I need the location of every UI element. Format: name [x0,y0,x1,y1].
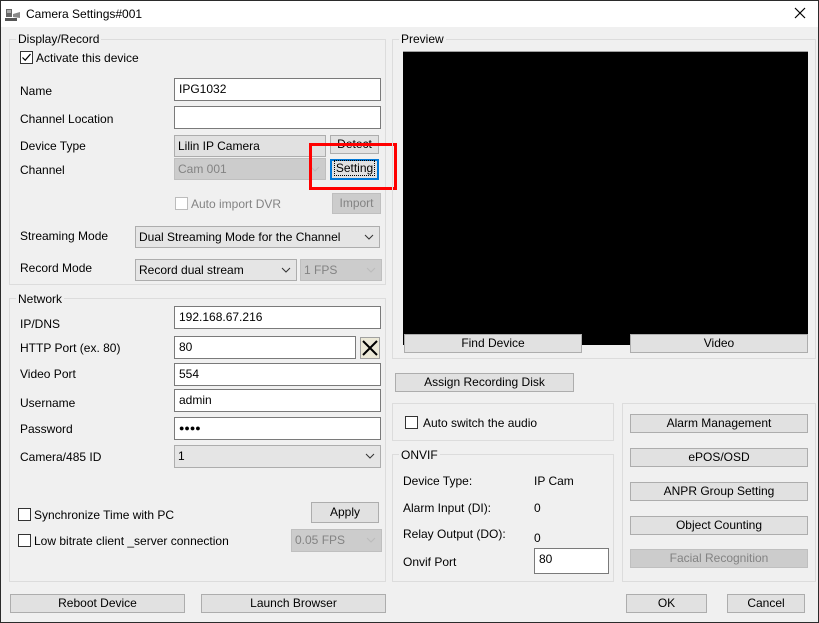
device-type-label: Device Type [20,139,86,153]
window-title: Camera Settings#001 [26,7,143,21]
assign-recording-disk-button[interactable]: Assign Recording Disk [395,373,574,392]
camera-settings-dialog: Camera Settings#001 Display/Record Activ… [0,0,819,623]
camera-485-id-label: Camera/485 ID [20,450,102,464]
alarm-input-label: Alarm Input (DI): [403,501,492,515]
facial-recognition-button[interactable]: Facial Recognition [630,549,808,568]
clear-http-port-button[interactable] [360,337,380,359]
http-port-label: HTTP Port (ex. 80) [20,341,121,355]
record-fps-select[interactable]: 1 FPS [300,259,382,281]
onvif-port-label: Onvif Port [403,555,457,569]
epos-osd-button[interactable]: ePOS/OSD [630,448,808,467]
password-input[interactable]: ●●●● [174,417,381,440]
channel-value: Cam 001 [178,162,227,176]
relay-output-value: 0 [534,531,541,545]
launch-browser-button[interactable]: Launch Browser [201,594,386,613]
video-port-label: Video Port [20,367,76,381]
import-button[interactable]: Import [332,193,381,214]
camera-485-id-select[interactable]: 1 [174,445,381,468]
relay-output-label: Relay Output (DO): [403,527,506,541]
name-label: Name [20,84,53,98]
cancel-button[interactable]: Cancel [727,594,805,613]
camera-app-icon [5,6,21,22]
object-counting-button[interactable]: Object Counting [630,516,808,535]
display-record-group-label: Display/Record [16,32,102,46]
device-type-select[interactable]: Lilin IP Camera [174,135,326,157]
alarm-management-button[interactable]: Alarm Management [630,414,808,433]
record-fps-value: 1 FPS [304,263,338,277]
chevron-down-icon [364,234,374,240]
activate-device-label: Activate this device [36,51,139,65]
chevron-down-icon [366,537,376,543]
onvif-device-type-label: Device Type: [403,474,473,488]
network-group-label: Network [16,292,65,306]
find-device-button[interactable]: Find Device [404,334,582,353]
auto-switch-audio-checkbox[interactable] [405,416,418,429]
activate-device-checkbox[interactable] [20,51,33,64]
video-button[interactable]: Video [630,334,808,353]
title-bar: Camera Settings#001 [1,1,818,27]
low-bitrate-fps-select[interactable]: 0.05 FPS [291,529,382,552]
preview-group-label: Preview [399,32,446,46]
channel-select[interactable]: Cam 001 [174,158,326,180]
onvif-device-type-value: IP Cam [534,474,574,488]
ip-dns-input[interactable]: 192.168.67.216 [174,306,381,329]
password-label: Password [20,422,73,436]
chevron-down-icon [366,267,376,273]
auto-import-dvr-label: Auto import DVR [191,197,282,211]
video-port-input[interactable]: 554 [174,363,381,386]
close-button[interactable] [782,1,818,27]
onvif-group-label: ONVIF [399,448,440,462]
sync-time-checkbox[interactable] [18,508,31,521]
username-input[interactable]: admin [174,389,381,412]
camera-485-id-value: 1 [178,449,185,463]
low-bitrate-fps-value: 0.05 FPS [295,533,346,547]
record-mode-label: Record Mode [20,261,93,275]
streaming-mode-select[interactable]: Dual Streaming Mode for the Channel [135,226,380,248]
chevron-down-icon [365,453,375,459]
auto-import-dvr-checkbox[interactable] [175,197,188,210]
channel-location-input[interactable] [174,106,381,129]
record-mode-value: Record dual stream [139,263,244,277]
name-input[interactable]: IPG1032 [174,78,381,101]
close-icon [794,7,806,22]
device-type-value: Lilin IP Camera [178,139,260,153]
http-port-input[interactable]: 80 [174,336,356,359]
red-highlight-box [309,143,397,190]
username-label: Username [20,396,76,410]
low-bitrate-label: Low bitrate client _server connection [34,534,229,548]
ok-button[interactable]: OK [626,594,707,613]
channel-label: Channel [20,163,65,177]
streaming-mode-value: Dual Streaming Mode for the Channel [139,230,341,244]
low-bitrate-checkbox[interactable] [18,534,31,547]
onvif-port-input[interactable]: 80 [534,548,609,574]
x-mark-icon [361,340,379,361]
reboot-device-button[interactable]: Reboot Device [10,594,185,613]
streaming-mode-label: Streaming Mode [20,229,109,243]
video-preview-area[interactable] [403,51,808,345]
chevron-down-icon [281,267,291,273]
apply-button[interactable]: Apply [311,502,379,523]
auto-switch-audio-label: Auto switch the audio [423,416,538,430]
anpr-group-setting-button[interactable]: ANPR Group Setting [630,482,808,501]
ip-dns-label: IP/DNS [20,317,61,331]
channel-location-label: Channel Location [20,112,114,126]
alarm-input-value: 0 [534,501,541,515]
record-mode-select[interactable]: Record dual stream [135,259,297,281]
sync-time-label: Synchronize Time with PC [34,508,175,522]
